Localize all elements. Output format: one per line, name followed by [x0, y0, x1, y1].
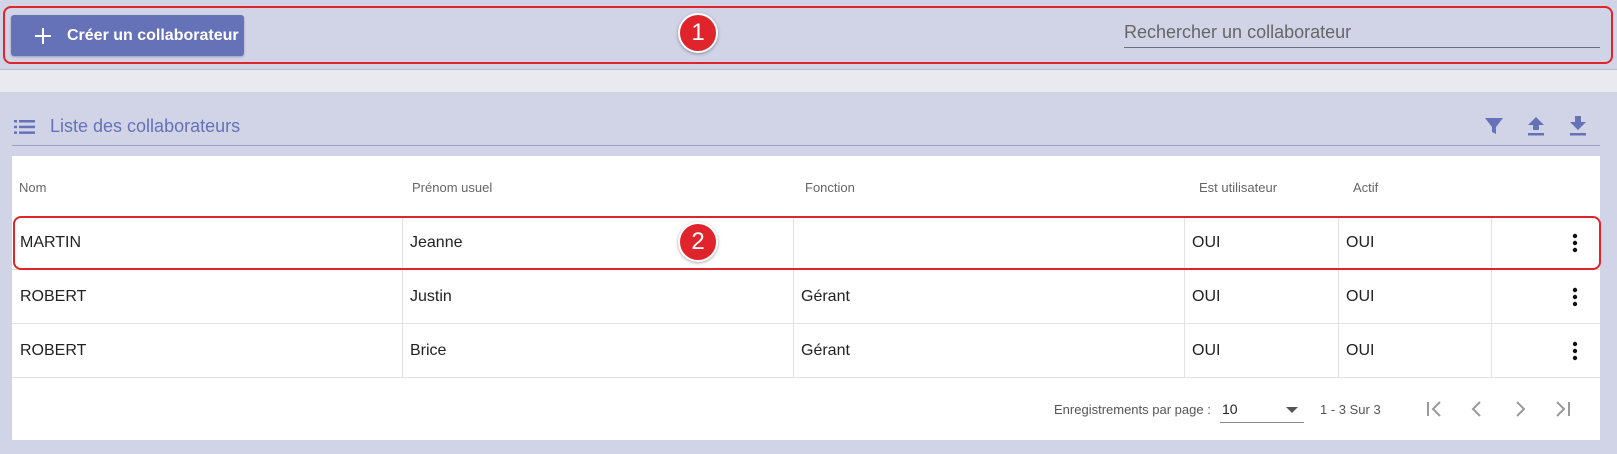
annotation-badge-2: 2 — [678, 222, 718, 262]
column-header-fonction[interactable]: Fonction — [805, 180, 855, 195]
column-header-prenom[interactable]: Prénom usuel — [412, 180, 492, 195]
section-header: Liste des collaborateurs — [12, 108, 1600, 146]
cell-nom: ROBERT — [20, 342, 87, 359]
more-vert-icon[interactable] — [1563, 339, 1587, 363]
annotation-badge-1: 1 — [678, 13, 718, 53]
cell-prenom: Justin — [410, 288, 452, 305]
page-range-label: 1 - 3 Sur 3 — [1320, 402, 1381, 417]
next-page-icon[interactable] — [1506, 395, 1534, 423]
cell-fonction: Gérant — [801, 342, 850, 359]
cell-est-utilisateur: OUI — [1192, 288, 1221, 305]
filter-icon[interactable] — [1482, 112, 1506, 140]
cell-actif: OUI — [1346, 342, 1375, 359]
download-icon[interactable] — [1566, 112, 1590, 140]
chevron-down-icon — [1286, 407, 1298, 413]
collaborators-table: Nom Prénom usuel Fonction Est utilisateu… — [12, 156, 1600, 440]
upload-icon[interactable] — [1524, 112, 1548, 140]
annotation-frame-1 — [3, 6, 1613, 64]
section-actions — [1482, 112, 1590, 140]
per-page-select[interactable]: 10 — [1220, 395, 1304, 423]
table-row[interactable]: ROBERT Justin Gérant OUI OUI — [12, 270, 1600, 324]
list-icon — [14, 119, 35, 134]
cell-prenom: Brice — [410, 342, 447, 359]
toolbar-separator — [0, 70, 1617, 92]
section-title: Liste des collaborateurs — [50, 116, 241, 136]
table-row[interactable]: ROBERT Brice Gérant OUI OUI — [12, 324, 1600, 378]
per-page-value: 10 — [1222, 400, 1238, 417]
more-vert-icon[interactable] — [1563, 285, 1587, 309]
table-header: Nom Prénom usuel Fonction Est utilisateu… — [12, 156, 1600, 216]
prev-page-icon[interactable] — [1463, 395, 1491, 423]
first-page-icon[interactable] — [1420, 395, 1448, 423]
last-page-icon[interactable] — [1549, 395, 1577, 423]
cell-actif: OUI — [1346, 288, 1375, 305]
cell-est-utilisateur: OUI — [1192, 342, 1221, 359]
paginator: Enregistrements par page : 10 1 - 3 Sur … — [12, 378, 1600, 440]
column-header-est-utilisateur[interactable]: Est utilisateur — [1199, 180, 1277, 195]
cell-nom: ROBERT — [20, 288, 87, 305]
column-header-actif[interactable]: Actif — [1353, 180, 1378, 195]
cell-fonction: Gérant — [801, 288, 850, 305]
column-header-nom[interactable]: Nom — [19, 180, 46, 195]
per-page-label: Enregistrements par page : — [1054, 402, 1211, 417]
annotation-frame-2 — [13, 216, 1601, 270]
